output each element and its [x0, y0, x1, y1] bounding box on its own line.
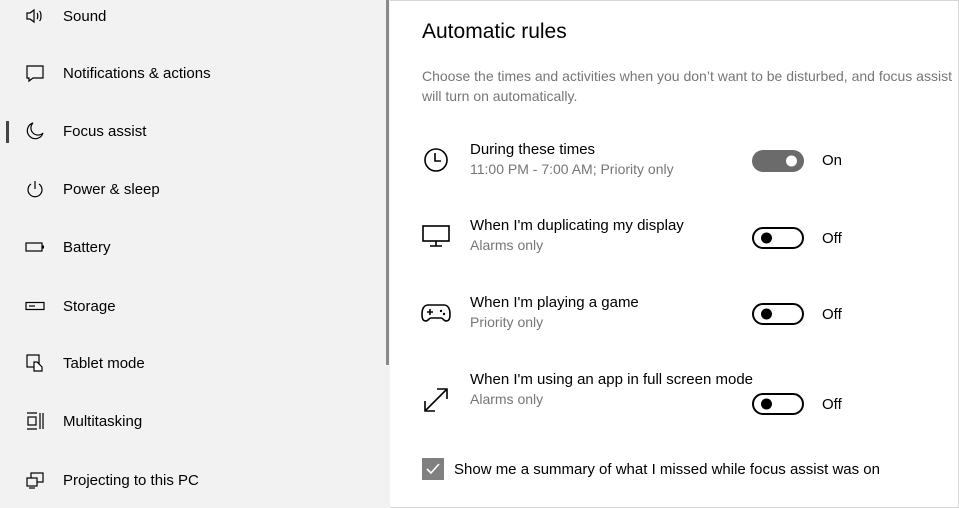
rule-name: When I'm playing a game	[470, 294, 639, 311]
toggle-knob	[761, 308, 772, 320]
rule-subtitle: Alarms only	[470, 237, 544, 253]
sidebar-item-label: Tablet mode	[63, 354, 145, 372]
rule-name: During these times	[470, 141, 596, 158]
gamepad-icon	[420, 297, 452, 329]
rule-playing-game: When I'm playing a game Priority only Of…	[420, 293, 959, 339]
rule-name: When I'm duplicating my display	[470, 217, 684, 234]
sidebar-item-power-sleep[interactable]: Power & sleep	[0, 169, 386, 209]
playing-game-toggle[interactable]	[752, 303, 804, 325]
sidebar-item-label: Battery	[63, 238, 111, 256]
message-icon	[24, 62, 46, 84]
rule-full-screen-app: When I'm using an app in full screen mod…	[420, 370, 959, 434]
multitasking-icon	[24, 410, 46, 432]
rule-subtitle: 11:00 PM - 7:00 AM; Priority only	[470, 161, 674, 177]
rule-name: When I'm using an app in full screen mod…	[470, 371, 754, 388]
moon-icon	[24, 120, 46, 142]
settings-sidebar: Sound Notifications & actions Focus assi…	[0, 0, 390, 508]
section-description: Choose the times and activities when you…	[422, 68, 952, 104]
duplicating-display-toggle[interactable]	[752, 227, 804, 249]
tablet-mode-icon	[24, 352, 46, 374]
rule-subtitle: Alarms only	[470, 391, 544, 407]
sidebar-item-label: Multitasking	[63, 412, 143, 430]
toggle-knob	[761, 232, 772, 244]
sidebar-item-projecting[interactable]: Projecting to this PC	[0, 460, 386, 500]
toggle-state-label: On	[822, 152, 843, 169]
toggle-state-label: Off	[822, 306, 842, 323]
sidebar-item-label: Projecting to this PC	[63, 471, 199, 489]
summary-checkbox-row[interactable]: Show me a summary of what I missed while…	[422, 458, 880, 480]
checkmark-icon	[426, 463, 440, 475]
rule-duplicating-display: When I'm duplicating my display Alarms o…	[420, 216, 959, 262]
sidebar-item-notifications[interactable]: Notifications & actions	[0, 53, 386, 93]
battery-icon	[24, 236, 46, 258]
clock-icon	[420, 144, 452, 176]
sidebar-item-focus-assist[interactable]: Focus assist	[0, 111, 386, 151]
rule-subtitle: Priority only	[470, 314, 544, 330]
fullscreen-icon	[420, 384, 452, 416]
speaker-icon	[24, 5, 46, 27]
sidebar-item-label: Focus assist	[63, 122, 147, 140]
projecting-icon	[24, 469, 46, 491]
sidebar-item-multitasking[interactable]: Multitasking	[0, 401, 386, 441]
sidebar-item-battery[interactable]: Battery	[0, 227, 386, 267]
sidebar-item-label: Storage	[63, 297, 116, 315]
sidebar-item-sound[interactable]: Sound	[0, 0, 386, 36]
toggle-state-label: Off	[822, 396, 842, 413]
summary-checkbox-label: Show me a summary of what I missed while…	[454, 460, 880, 478]
power-icon	[24, 178, 46, 200]
sidebar-item-label: Notifications & actions	[63, 64, 211, 82]
storage-icon	[24, 295, 46, 317]
summary-checkbox[interactable]	[422, 458, 444, 480]
during-these-times-toggle[interactable]	[752, 150, 804, 172]
sidebar-scrollbar[interactable]	[386, 0, 389, 365]
toggle-knob	[761, 398, 772, 410]
sidebar-item-storage[interactable]: Storage	[0, 286, 386, 326]
focus-assist-panel: Automatic rules Choose the times and act…	[390, 0, 959, 508]
toggle-knob	[786, 155, 797, 167]
monitor-icon	[420, 220, 452, 252]
rule-during-these-times: During these times 11:00 PM - 7:00 AM; P…	[420, 140, 959, 186]
section-title: Automatic rules	[422, 20, 567, 43]
full-screen-app-toggle[interactable]	[752, 393, 804, 415]
toggle-state-label: Off	[822, 230, 842, 247]
sidebar-item-label: Sound	[63, 7, 107, 25]
sidebar-item-tablet-mode[interactable]: Tablet mode	[0, 343, 386, 383]
sidebar-item-label: Power & sleep	[63, 180, 160, 198]
